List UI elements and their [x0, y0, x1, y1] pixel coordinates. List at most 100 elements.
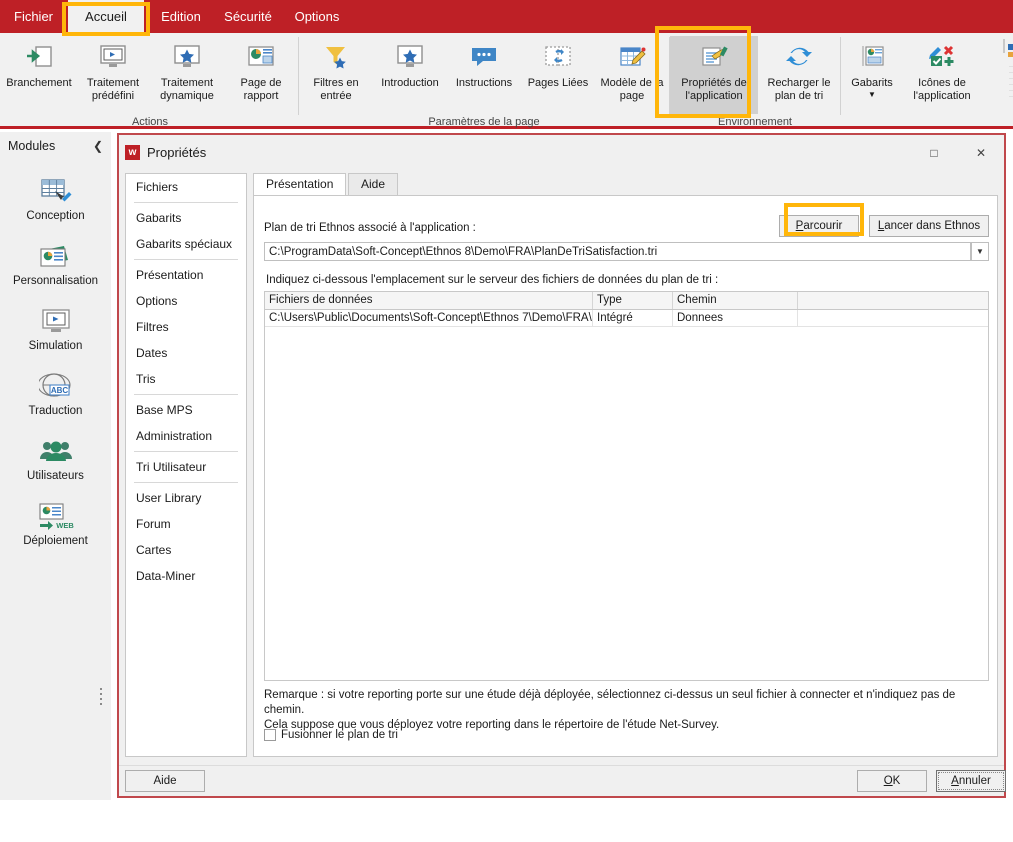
ribbon-button-proprietes-de-l-application[interactable]: Propriétés de l'application — [670, 36, 758, 114]
dialog-nav-item-tris[interactable]: Tris — [126, 366, 246, 392]
data-files-listbox[interactable]: Fichiers de données Type Chemin C:\Users… — [264, 291, 989, 681]
app-logo-icon: w — [125, 145, 140, 160]
dialog-titlebar[interactable]: w Propriétés □ ✕ — [119, 135, 1004, 171]
ribbon-tab-accueil[interactable]: Accueil — [68, 0, 144, 33]
ribbon-button-branchement[interactable]: Branchement — [2, 36, 76, 114]
plan-de-tri-input[interactable]: C:\ProgramData\Soft-Concept\Ethnos 8\Dem… — [264, 242, 971, 261]
nav-separator — [134, 451, 238, 452]
ribbon-button-filtres-en-entree[interactable]: Filtres en entrée — [299, 36, 373, 114]
dialog-nav-item-gabarits[interactable]: Gabarits — [126, 205, 246, 231]
ribbon-tab-bar: Fichier Accueil Edition Sécurité Options — [0, 0, 1013, 33]
fusionner-plan-de-tri-checkbox[interactable]: Fusionner le plan de tri — [264, 729, 398, 741]
dialog-nav-label: Administration — [136, 429, 213, 443]
ribbon-button-modele-de-la-page[interactable]: Modèle de la page — [595, 36, 669, 114]
report-page-icon — [246, 40, 276, 74]
ribbon-button-page-de-rapport[interactable]: Page de rapport — [224, 36, 298, 114]
lancer-dans-ethnos-button[interactable]: Lancer dans Ethnos — [869, 215, 989, 237]
ribbon-page-thumbnail[interactable] — [981, 36, 1013, 114]
sidebar-item-deploiement[interactable]: WEB Déploiement — [0, 499, 111, 562]
dialog-nav-item-cartes[interactable]: Cartes — [126, 537, 246, 563]
page-template-icon — [617, 40, 647, 74]
dialog-nav-item-presentation[interactable]: Présentation — [126, 262, 246, 288]
ribbon-group-actions: Branchement Traitement prédéfini Traitem… — [2, 33, 298, 129]
dialog-nav-item-tri-utilisateur[interactable]: Tri Utilisateur — [126, 454, 246, 480]
application-icons-icon — [926, 40, 958, 74]
table-row[interactable]: C:\Users\Public\Documents\Soft-Concept\E… — [265, 310, 988, 327]
dialog-nav-item-dates[interactable]: Dates — [126, 340, 246, 366]
ribbon-button-instructions[interactable]: Instructions — [447, 36, 521, 114]
sidebar-item-conception[interactable]: Conception — [0, 174, 111, 237]
parcourir-button[interactable]: Parcourir — [779, 215, 859, 237]
dialog-nav-label: Tri Utilisateur — [136, 460, 207, 474]
chevron-down-icon[interactable]: ▼ — [868, 91, 876, 99]
dialog-nav-label: Forum — [136, 517, 171, 531]
ribbon-group-label: Paramètres de la page — [428, 116, 540, 128]
svg-text:ABC: ABC — [50, 386, 68, 395]
dialog-nav-item-data-miner[interactable]: Data-Miner — [126, 563, 246, 589]
ribbon-button-introduction[interactable]: Introduction — [373, 36, 447, 114]
ribbon-button-icones-de-l-application[interactable]: Icônes de l'application — [903, 36, 981, 114]
dialog-nav-label: Gabarits — [136, 211, 182, 225]
ribbon-tab-fichier[interactable]: Fichier — [6, 0, 61, 33]
ok-button[interactable]: OK — [857, 770, 927, 792]
dialog-nav-item-forum[interactable]: Forum — [126, 511, 246, 537]
ribbon-button-label: Branchement — [6, 77, 72, 89]
plan-de-tri-dropdown-arrow[interactable]: ▼ — [971, 242, 989, 261]
ribbon-button-gabarits[interactable]: Gabarits ▼ — [841, 36, 903, 114]
ribbon-button-label: Propriétés de l'application — [681, 77, 747, 102]
maximize-glyph: □ — [930, 146, 938, 160]
translation-globe-icon: ABC — [38, 369, 73, 405]
ribbon-tab-securite[interactable]: Sécurité — [215, 0, 281, 33]
dialog-footer: Aide OK Annuler — [119, 766, 1006, 796]
dialog-nav-item-filtres[interactable]: Filtres — [126, 314, 246, 340]
branch-icon — [25, 40, 53, 74]
dialog-nav-item-base-mps[interactable]: Base MPS — [126, 397, 246, 423]
ribbon-group-label: Environnement — [718, 116, 792, 128]
fusionner-plan-de-tri-label: Fusionner le plan de tri — [281, 729, 398, 741]
tab-presentation[interactable]: Présentation — [253, 173, 347, 196]
ribbon-tab-options[interactable]: Options — [285, 0, 349, 33]
annuler-button[interactable]: Annuler — [936, 770, 1006, 792]
aide-button[interactable]: Aide — [125, 770, 205, 792]
dialog-nav-item-gabarits-speciaux[interactable]: Gabarits spéciaux — [126, 231, 246, 257]
ribbon-body: Branchement Traitement prédéfini Traitem… — [0, 33, 1013, 129]
sidebar-item-label: Simulation — [28, 340, 83, 352]
maximize-icon[interactable]: □ — [911, 135, 957, 171]
modules-title: Modules — [8, 139, 56, 153]
sidebar-item-simulation[interactable]: Simulation — [0, 304, 111, 367]
sidebar-item-label: Déploiement — [23, 535, 88, 547]
ribbon-button-label: Instructions — [455, 77, 513, 89]
ribbon-button-label: Page de rapport — [240, 77, 282, 102]
introduction-icon — [395, 40, 425, 74]
dialog-nav-item-options[interactable]: Options — [126, 288, 246, 314]
ribbon-tab-label: Sécurité — [224, 9, 272, 24]
ribbon-group-parametres-de-la-page: Filtres en entrée Introduction Instructi… — [299, 33, 669, 129]
sidebar-item-personnalisation[interactable]: Personnalisation — [0, 239, 111, 302]
ribbon-tab-label: Accueil — [85, 9, 127, 24]
dialog-nav-label: Tris — [136, 372, 156, 386]
reload-icon — [784, 40, 814, 74]
aide-label: Aide — [153, 775, 177, 787]
simulation-icon — [39, 304, 73, 340]
dialog-nav-label: Filtres — [136, 320, 169, 334]
dialog-tab-strip: Présentation Aide — [253, 173, 998, 196]
ribbon-button-label: Filtres en entrée — [313, 77, 359, 102]
chevron-left-icon[interactable]: ❮ — [93, 139, 103, 153]
ribbon-button-pages-liees[interactable]: Pages Liées — [521, 36, 595, 114]
close-icon[interactable]: ✕ — [958, 135, 1004, 171]
sidebar-item-utilisateurs[interactable]: Utilisateurs — [0, 434, 111, 497]
ribbon-tab-edition[interactable]: Edition — [150, 0, 212, 33]
ribbon-group-gabarits: Gabarits ▼ Icônes de l'application — [841, 33, 1013, 129]
dialog-nav-item-user-library[interactable]: User Library — [126, 485, 246, 511]
tab-aide[interactable]: Aide — [348, 173, 399, 195]
ribbon-button-traitement-predefini[interactable]: Traitement prédéfini — [76, 36, 150, 114]
dialog-nav-list[interactable]: Fichiers Gabarits Gabarits spéciaux Prés… — [125, 173, 247, 757]
ribbon-button-traitement-dynamique[interactable]: Traitement dynamique — [150, 36, 224, 114]
sidebar-item-traduction[interactable]: ABC Traduction — [0, 369, 111, 432]
ribbon-button-recharger-le-plan-de-tri[interactable]: Recharger le plan de tri — [758, 36, 840, 114]
dialog-nav-item-fichiers[interactable]: Fichiers — [126, 174, 246, 200]
dialog-nav-item-administration[interactable]: Administration — [126, 423, 246, 449]
sidebar-resize-grip[interactable] — [100, 688, 104, 706]
tab-label: Aide — [361, 177, 386, 191]
plan-de-tri-value: C:\ProgramData\Soft-Concept\Ethnos 8\Dem… — [269, 245, 658, 258]
